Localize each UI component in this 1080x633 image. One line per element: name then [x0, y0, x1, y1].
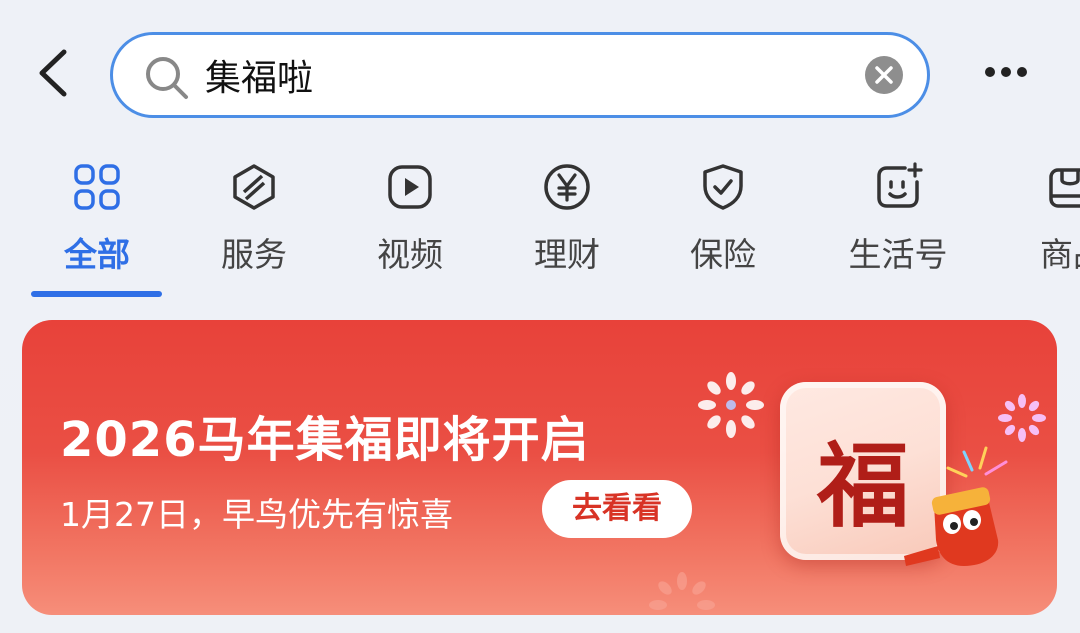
tab-shop[interactable]: 商品 [1000, 150, 1080, 300]
banner-title: 2026马年集福即将开启 [60, 412, 590, 468]
search-input[interactable] [205, 35, 845, 115]
tab-service[interactable]: 服务 [184, 150, 324, 300]
tab-label: 视频 [377, 235, 443, 274]
firework-flower-icon [998, 394, 1046, 442]
go-see-button[interactable]: 去看看 [542, 480, 692, 538]
clear-search-button[interactable] [865, 56, 903, 94]
tab-life-account[interactable]: 生活号 [828, 150, 968, 300]
tab-video[interactable]: 视频 [340, 150, 480, 300]
banner-subtitle: 1月27日，早鸟优先有惊喜 [60, 495, 453, 534]
tab-insurance[interactable]: 保险 [653, 150, 793, 300]
tab-label: 理财 [534, 235, 600, 274]
life-account-icon [877, 162, 923, 208]
search-icon [146, 57, 188, 99]
search-bar[interactable] [110, 32, 930, 118]
tab-label: 服务 [221, 235, 287, 274]
service-icon [233, 164, 275, 210]
video-icon [388, 165, 432, 209]
more-icon [985, 67, 1027, 77]
tab-label: 商品 [1040, 235, 1080, 274]
back-button[interactable] [28, 44, 80, 102]
yen-icon [544, 164, 590, 210]
firework-flower-icon [649, 572, 715, 610]
firework-flower-icon [698, 372, 764, 438]
shop-icon [1049, 168, 1080, 208]
grid-icon [74, 164, 120, 210]
tab-all[interactable]: 全部 [27, 150, 167, 300]
shield-icon [703, 164, 743, 210]
promo-banner[interactable]: 2026马年集福即将开启 1月27日，早鸟优先有惊喜 去看看 福 [22, 320, 1057, 615]
clear-icon [875, 66, 893, 84]
active-tab-indicator [31, 291, 162, 297]
tab-label: 保险 [690, 235, 756, 274]
tab-finance[interactable]: 理财 [497, 150, 637, 300]
tab-label: 全部 [64, 235, 130, 274]
chevron-left-icon [39, 49, 67, 97]
firecracker-mascot-icon [904, 446, 1008, 566]
more-button[interactable] [982, 52, 1030, 92]
tab-label: 生活号 [848, 235, 948, 274]
category-tabs: 全部 服务 视频 理财 保险 生活号 商 [0, 150, 1080, 300]
